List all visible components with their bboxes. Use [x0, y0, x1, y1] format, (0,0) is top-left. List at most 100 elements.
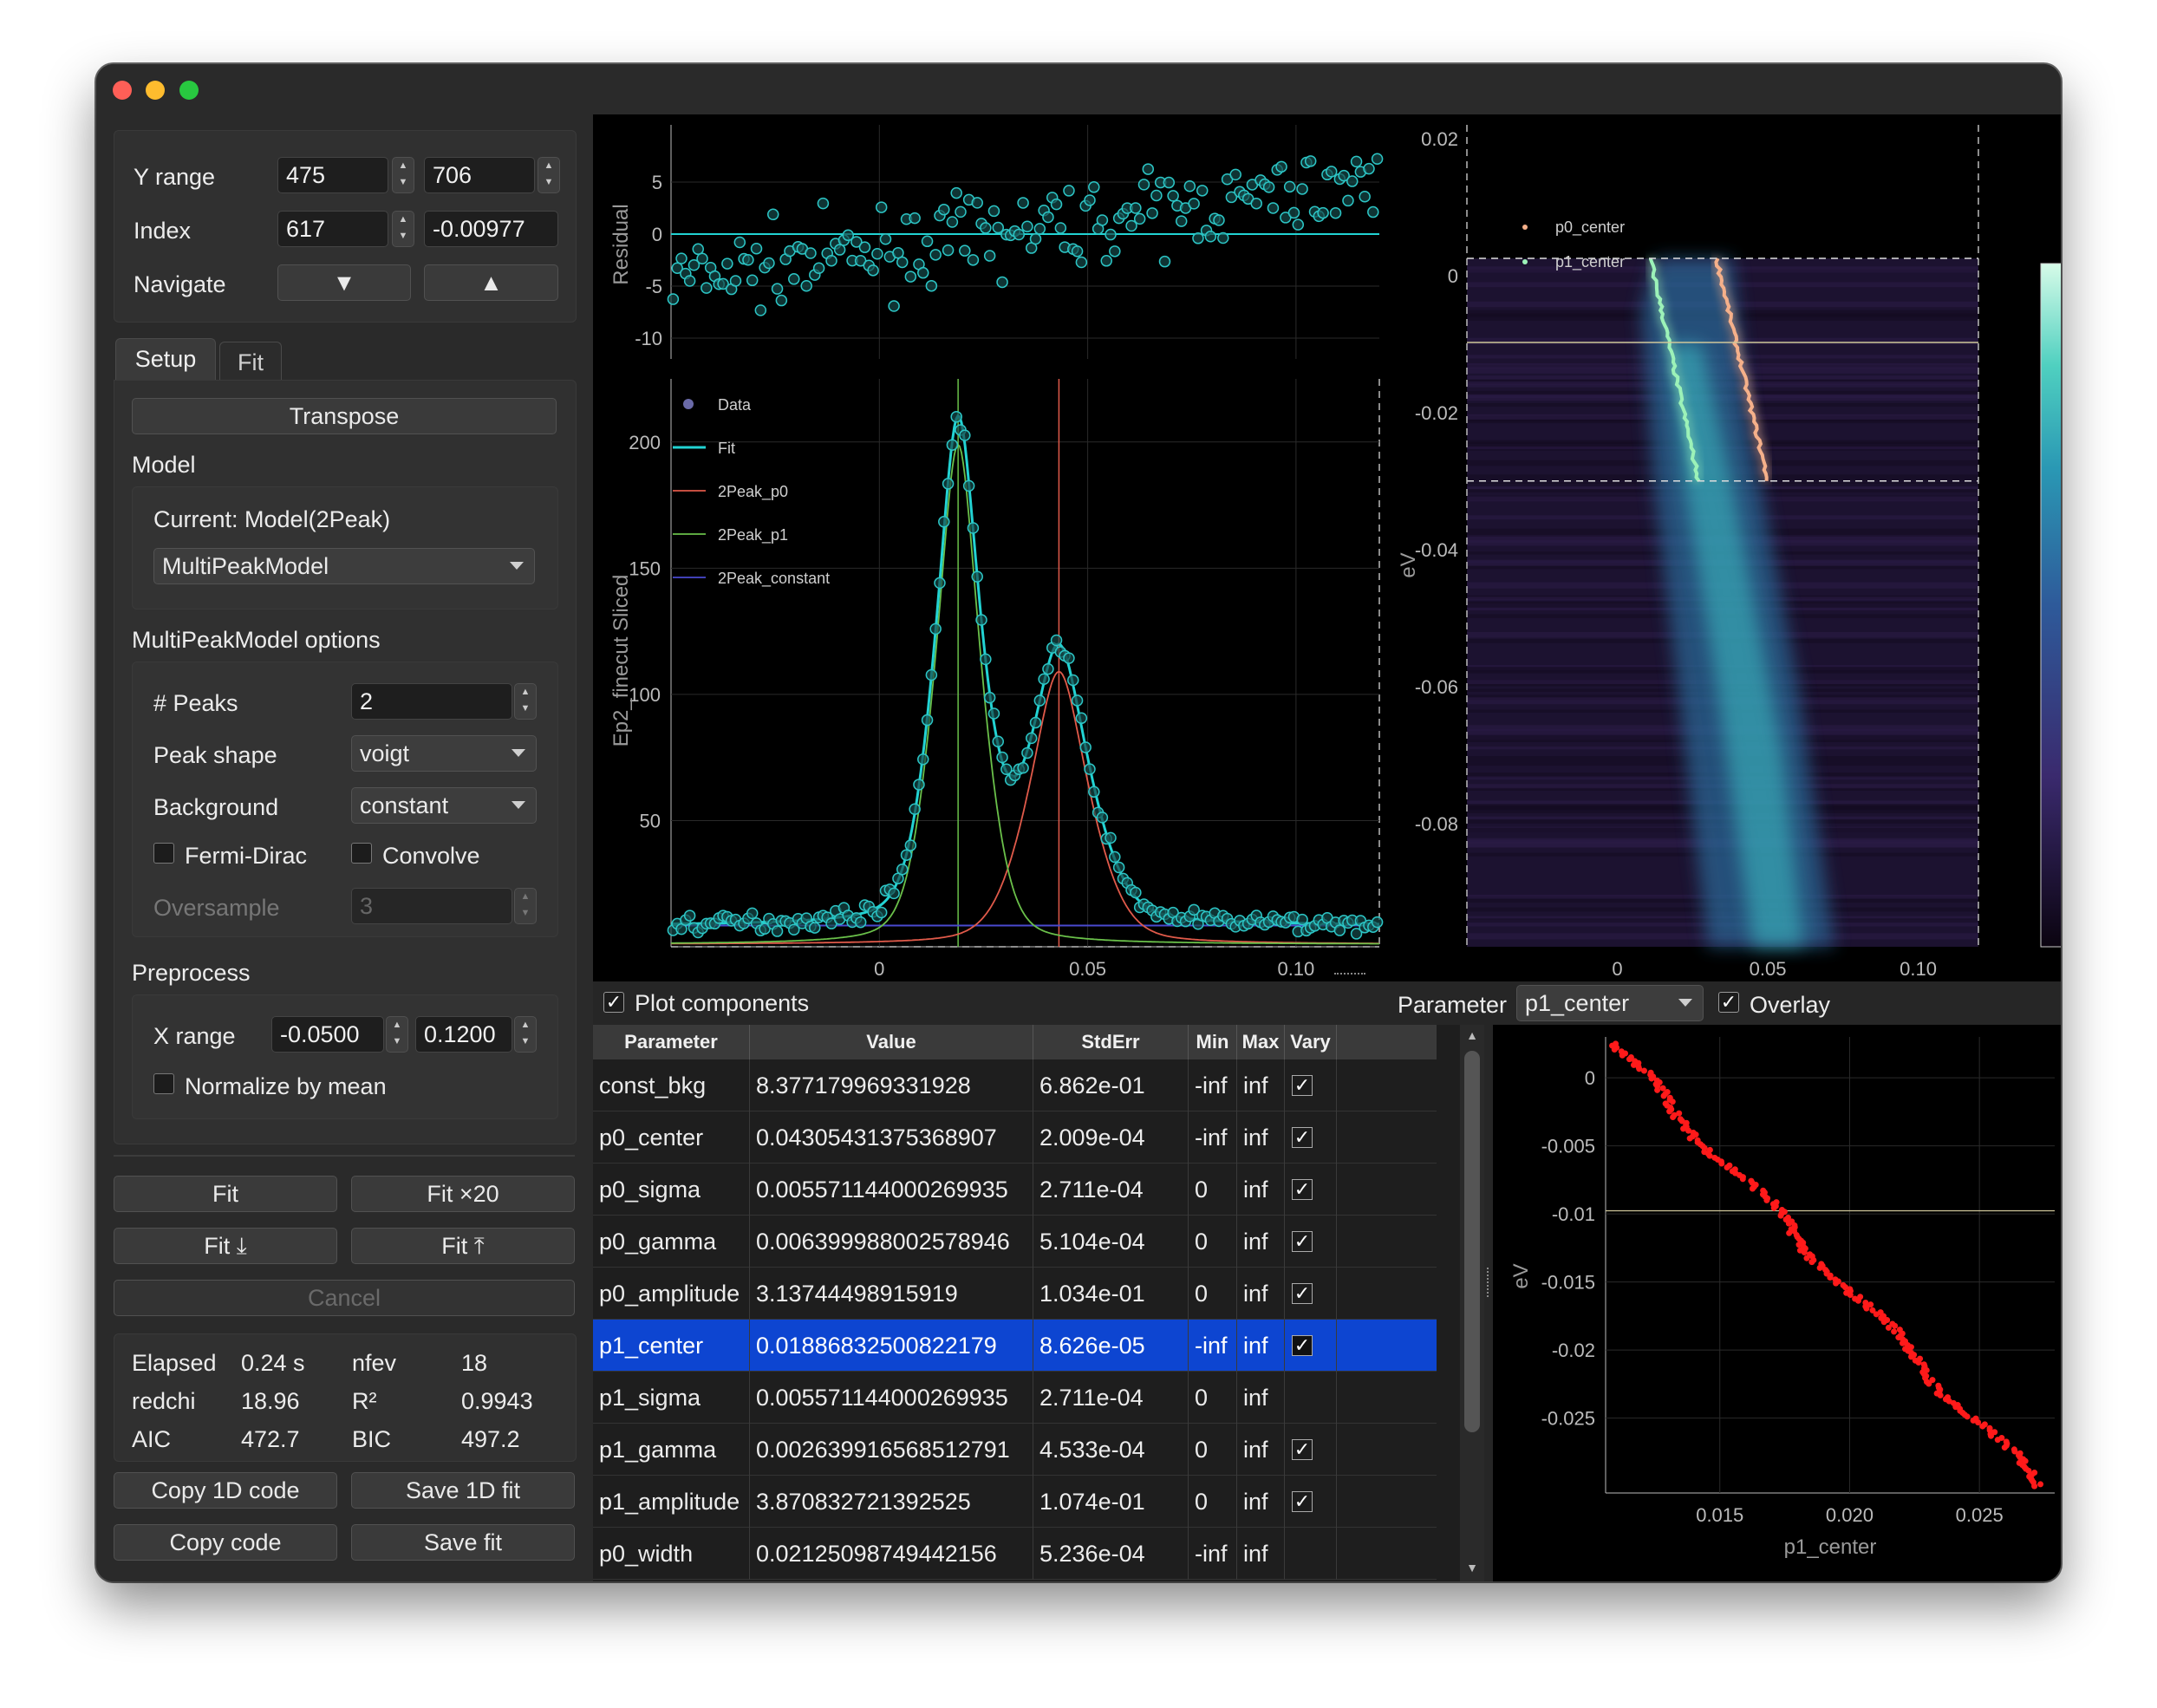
table-scrollbar[interactable]: ▲ ▼: [1460, 1025, 1484, 1581]
peaks-spin[interactable]: ▲ ▼: [514, 683, 537, 720]
vary-checkbox[interactable]: ✓: [1292, 1231, 1313, 1252]
cell-max[interactable]: inf: [1237, 1216, 1285, 1268]
cell-max[interactable]: inf: [1237, 1059, 1285, 1112]
cell-value[interactable]: 0.002639916568512791: [750, 1424, 1033, 1476]
cell-min[interactable]: 0: [1189, 1372, 1237, 1424]
vary-checkbox[interactable]: ✓: [1292, 1439, 1313, 1460]
table-row[interactable]: p0_center 0.04305431375368907 2.009e-04 -in…: [593, 1112, 1437, 1164]
y-range-max-spin[interactable]: ▲ ▼: [538, 157, 560, 193]
table-row[interactable]: p0_width 0.02125098749442156 5.236e-04 -inf…: [593, 1528, 1437, 1580]
peaks-input[interactable]: 2: [351, 683, 512, 720]
cell-stderr[interactable]: 1.074e-01: [1033, 1476, 1189, 1528]
cell-min[interactable]: -inf: [1189, 1112, 1237, 1164]
cell-value[interactable]: 8.377179969331928: [750, 1059, 1033, 1112]
cell-value[interactable]: 3.870832721392525: [750, 1476, 1033, 1528]
cell-min[interactable]: -inf: [1189, 1320, 1237, 1372]
cell-stderr[interactable]: 8.626e-05: [1033, 1320, 1189, 1372]
x-range-min-spin[interactable]: ▲ ▼: [386, 1016, 408, 1053]
y-range-min-input[interactable]: 475: [277, 157, 388, 193]
fit-20-button[interactable]: Fit ×20: [351, 1176, 575, 1212]
cell-max[interactable]: inf: [1237, 1476, 1285, 1528]
peak-shape-select[interactable]: voigt: [351, 735, 537, 772]
maximize-window-button[interactable]: [179, 81, 199, 100]
splitter-handle[interactable]: [1334, 973, 1365, 980]
navigate-up-button[interactable]: ▲: [424, 264, 558, 301]
vertical-splitter[interactable]: [1484, 1025, 1493, 1581]
cell-stderr[interactable]: 5.236e-04: [1033, 1528, 1189, 1580]
cell-max[interactable]: inf: [1237, 1268, 1285, 1320]
x-range-max-input[interactable]: 0.1200: [415, 1016, 512, 1053]
background-select[interactable]: constant: [351, 787, 537, 824]
parameter-select[interactable]: p1_center: [1516, 985, 1704, 1021]
col-header-vary[interactable]: Vary: [1285, 1025, 1337, 1059]
plot-components-checkbox[interactable]: ✓: [603, 992, 624, 1013]
fermi-dirac-checkbox[interactable]: [153, 843, 174, 864]
x-range-min-input[interactable]: -0.0500: [271, 1016, 384, 1053]
y-range-min-spin[interactable]: ▲ ▼: [392, 157, 414, 193]
cell-value[interactable]: 0.006399988002578946: [750, 1216, 1033, 1268]
index-coord-input[interactable]: -0.00977: [424, 211, 558, 247]
tab-fit[interactable]: Fit: [219, 342, 282, 380]
fit-down-button[interactable]: Fit ⤓: [114, 1228, 337, 1264]
cell-stderr[interactable]: 4.533e-04: [1033, 1424, 1189, 1476]
cell-min[interactable]: 0: [1189, 1424, 1237, 1476]
cell-max[interactable]: inf: [1237, 1424, 1285, 1476]
fit-button[interactable]: Fit: [114, 1176, 337, 1212]
table-row[interactable]: p0_gamma 0.006399988002578946 5.104e-04 0 in…: [593, 1216, 1437, 1268]
cell-stderr[interactable]: 1.034e-01: [1033, 1268, 1189, 1320]
cell-min[interactable]: 0: [1189, 1476, 1237, 1528]
vary-checkbox[interactable]: ✓: [1292, 1335, 1313, 1356]
vary-checkbox[interactable]: ✓: [1292, 1075, 1313, 1096]
cell-min[interactable]: 0: [1189, 1268, 1237, 1320]
y-range-max-input[interactable]: 706: [424, 157, 535, 193]
cell-max[interactable]: inf: [1237, 1372, 1285, 1424]
cell-max[interactable]: inf: [1237, 1164, 1285, 1216]
overlay-checkbox[interactable]: ✓: [1718, 992, 1739, 1013]
cell-value[interactable]: 0.04305431375368907: [750, 1112, 1033, 1164]
save-1d-fit-button[interactable]: Save 1D fit: [351, 1472, 575, 1509]
vary-checkbox[interactable]: ✓: [1292, 1283, 1313, 1304]
col-header-stderr[interactable]: StdErr: [1033, 1025, 1189, 1059]
table-row[interactable]: p1_sigma 0.005571144000269935 2.711e-04 0 in…: [593, 1372, 1437, 1424]
close-window-button[interactable]: [113, 81, 132, 100]
cell-stderr[interactable]: 5.104e-04: [1033, 1216, 1189, 1268]
col-header-value[interactable]: Value: [750, 1025, 1033, 1059]
normalize-checkbox[interactable]: [153, 1073, 174, 1094]
cell-min[interactable]: 0: [1189, 1216, 1237, 1268]
cell-min[interactable]: 0: [1189, 1164, 1237, 1216]
fit-up-button[interactable]: Fit ⤒: [351, 1228, 575, 1264]
table-row[interactable]: const_bkg 8.377179969331928 6.862e-01 -inf i…: [593, 1059, 1437, 1112]
cell-value[interactable]: 0.02125098749442156: [750, 1528, 1033, 1580]
scroll-up-arrow-icon[interactable]: ▲: [1463, 1028, 1481, 1046]
save-fit-button[interactable]: Save fit: [351, 1524, 575, 1561]
col-header-parameter[interactable]: Parameter: [593, 1025, 750, 1059]
model-select[interactable]: MultiPeakModel: [153, 548, 535, 584]
scroll-down-arrow-icon[interactable]: ▼: [1463, 1561, 1481, 1578]
minimize-window-button[interactable]: [146, 81, 165, 100]
col-header-min[interactable]: Min: [1189, 1025, 1237, 1059]
transpose-button[interactable]: Transpose: [132, 398, 557, 434]
cell-min[interactable]: -inf: [1189, 1059, 1237, 1112]
table-row[interactable]: p0_amplitude 3.13744498915919 1.034e-01 0 in…: [593, 1268, 1437, 1320]
vary-checkbox[interactable]: ✓: [1292, 1127, 1313, 1148]
vary-checkbox[interactable]: ✓: [1292, 1491, 1313, 1512]
cell-max[interactable]: inf: [1237, 1528, 1285, 1580]
convolve-checkbox[interactable]: [351, 843, 372, 864]
cell-max[interactable]: inf: [1237, 1112, 1285, 1164]
col-header-max[interactable]: Max: [1237, 1025, 1285, 1059]
table-row[interactable]: p1_center 0.01886832500822179 8.626e-05 -in…: [593, 1320, 1437, 1372]
navigate-down-button[interactable]: ▼: [277, 264, 411, 301]
cell-stderr[interactable]: 2.009e-04: [1033, 1112, 1189, 1164]
table-row[interactable]: p1_amplitude 3.870832721392525 1.074e-01 0 i…: [593, 1476, 1437, 1528]
copy-1d-code-button[interactable]: Copy 1D code: [114, 1472, 337, 1509]
table-row[interactable]: p0_sigma 0.005571144000269935 2.711e-04 0 in…: [593, 1164, 1437, 1216]
cell-stderr[interactable]: 2.711e-04: [1033, 1164, 1189, 1216]
cell-value[interactable]: 3.13744498915919: [750, 1268, 1033, 1320]
scrollbar-thumb[interactable]: [1464, 1051, 1480, 1432]
index-input[interactable]: 617: [277, 211, 388, 247]
table-row[interactable]: p1_gamma 0.002639916568512791 4.533e-04 0 in…: [593, 1424, 1437, 1476]
cell-stderr[interactable]: 2.711e-04: [1033, 1372, 1189, 1424]
cell-value[interactable]: 0.005571144000269935: [750, 1372, 1033, 1424]
x-range-max-spin[interactable]: ▲ ▼: [514, 1016, 537, 1053]
vary-checkbox[interactable]: ✓: [1292, 1179, 1313, 1200]
